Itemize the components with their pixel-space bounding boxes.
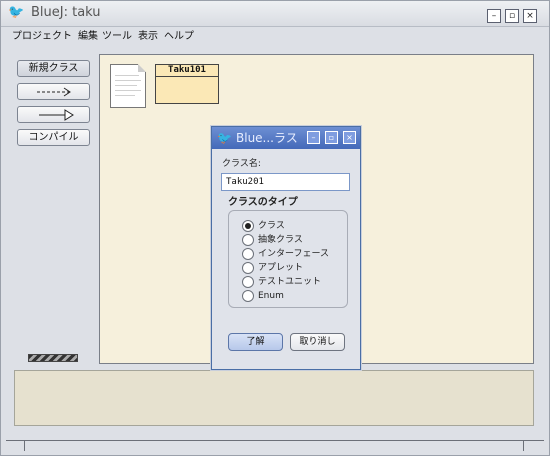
- class-name-label: Taku101: [156, 64, 218, 77]
- dialog-minimize-button[interactable]: –: [307, 131, 320, 144]
- menu-edit[interactable]: 編集: [78, 30, 98, 44]
- dialog-title: Blue...ラス: [236, 131, 298, 145]
- radio-enum[interactable]: [242, 290, 254, 302]
- radio-label: インターフェース: [258, 249, 330, 259]
- close-button[interactable]: ×: [523, 9, 537, 23]
- dashed-arrow-icon: [37, 87, 71, 97]
- menu-project[interactable]: プロジェクト: [12, 30, 72, 44]
- new-class-button[interactable]: 新規クラス: [17, 60, 90, 77]
- radio-label: クラス: [258, 221, 285, 231]
- menu-help[interactable]: ヘルプ: [164, 30, 194, 44]
- compile-button[interactable]: コンパイル: [17, 129, 90, 146]
- radio-applet[interactable]: [242, 262, 254, 274]
- radio-label: Enum: [258, 291, 284, 301]
- menu-view[interactable]: 表示: [138, 30, 158, 44]
- bird-logo-icon: 🐦: [8, 5, 25, 20]
- window-title: BlueJ: taku: [31, 5, 101, 20]
- bird-logo-icon: 🐦: [217, 131, 232, 145]
- ok-button[interactable]: 了解: [228, 333, 283, 351]
- radio-label: アプレット: [258, 263, 304, 273]
- radio-unit-test[interactable]: [242, 276, 254, 288]
- radio-class[interactable]: [242, 220, 254, 232]
- maximize-button[interactable]: ▫: [505, 9, 519, 23]
- dialog-close-button[interactable]: ×: [343, 131, 356, 144]
- menu-tools[interactable]: ツール: [102, 30, 132, 44]
- radio-interface[interactable]: [242, 248, 254, 260]
- class-name-field-label: クラス名:: [222, 159, 261, 169]
- cancel-button[interactable]: 取り消し: [290, 333, 345, 351]
- minimize-button[interactable]: –: [487, 9, 501, 23]
- status-bar: [6, 440, 544, 451]
- inheritance-arrow-icon: [39, 109, 74, 121]
- radio-abstract-class[interactable]: [242, 234, 254, 246]
- readme-document-icon[interactable]: [110, 64, 146, 108]
- message-area: [14, 370, 534, 426]
- menu-bar: プロジェクト 編集 ツール 表示 ヘルプ: [1, 28, 549, 46]
- dialog-maximize-button[interactable]: ▫: [325, 131, 338, 144]
- uses-arrow-button[interactable]: [17, 83, 90, 100]
- activity-indicator: [28, 354, 78, 362]
- class-name-input[interactable]: Taku201: [221, 173, 350, 191]
- inheritance-arrow-button[interactable]: [17, 106, 90, 123]
- radio-label: 抽象クラス: [258, 235, 303, 245]
- radio-label: テストユニット: [258, 277, 322, 287]
- class-type-heading: クラスのタイプ: [228, 197, 298, 208]
